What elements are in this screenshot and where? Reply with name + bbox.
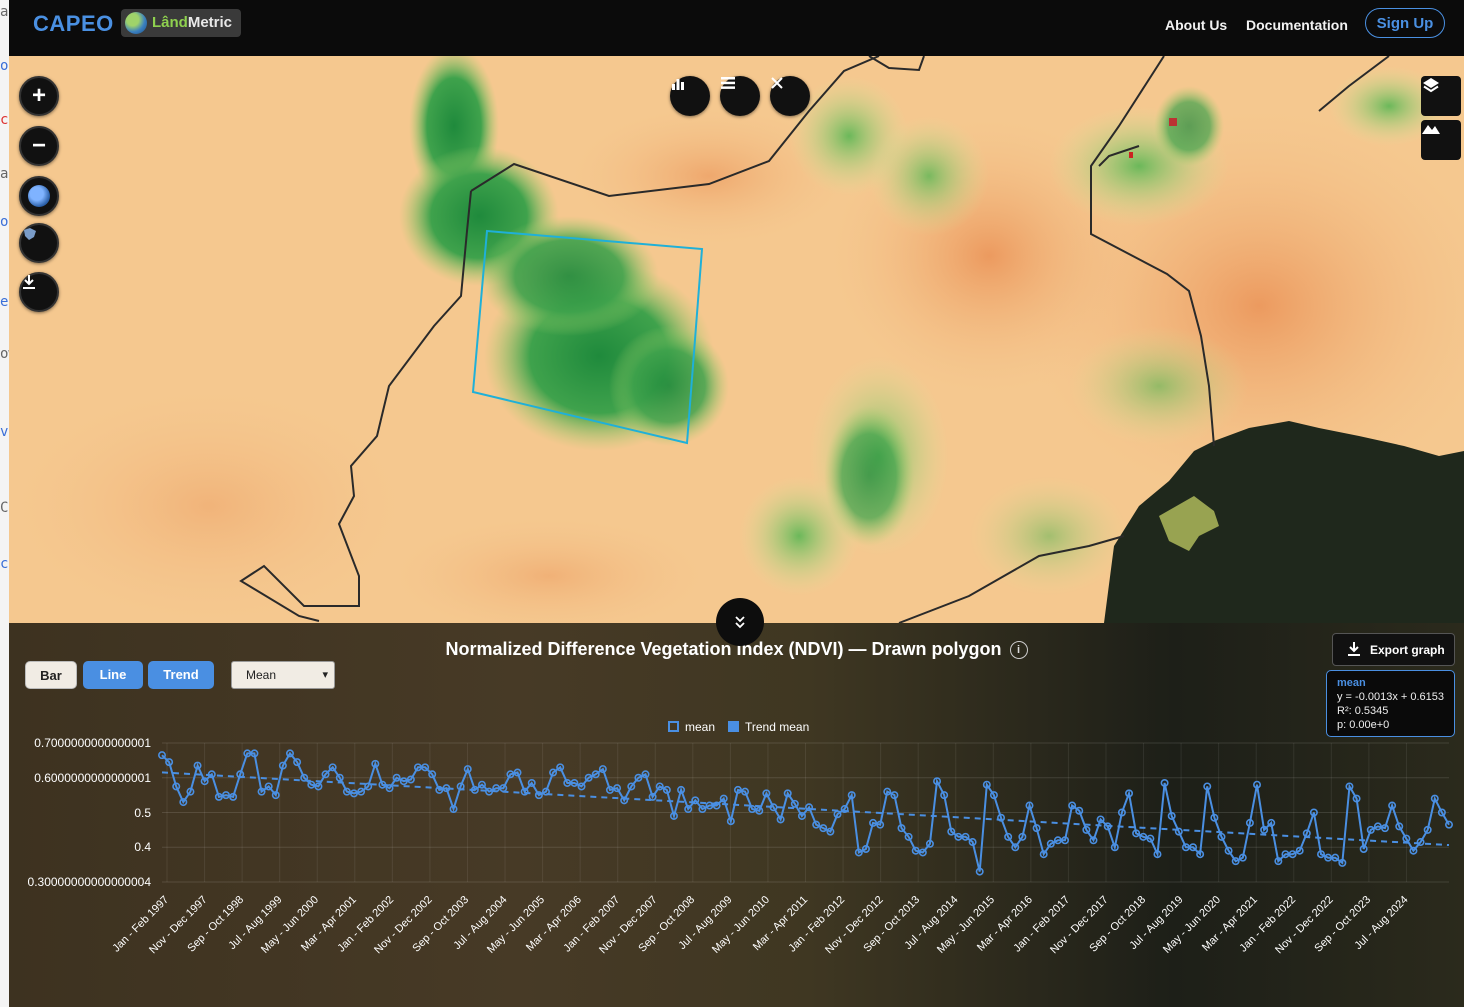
ndvi-map[interactable]: + − xyxy=(9,56,1464,623)
close-button[interactable] xyxy=(770,76,810,116)
bar-chart-icon xyxy=(672,79,684,90)
layers-icon xyxy=(1423,78,1439,93)
app-window: CAPEO LândMetric About Us Documentation … xyxy=(9,0,1464,1007)
globe-icon xyxy=(125,12,147,34)
terrain-button[interactable] xyxy=(1421,120,1461,160)
double-chevron-down-icon xyxy=(735,616,745,629)
signup-button[interactable]: Sign Up xyxy=(1365,8,1445,38)
layers-button[interactable] xyxy=(1421,76,1461,116)
chart-panel: Normalized Difference Vegetation Index (… xyxy=(9,623,1464,1007)
list-icon xyxy=(721,77,735,89)
zoom-in-button[interactable]: + xyxy=(19,76,59,116)
plus-icon: + xyxy=(31,82,46,109)
landmetric-suffix: Metric xyxy=(187,14,233,31)
landmetric-prefix: Lând xyxy=(152,14,188,31)
top-navbar: CAPEO LândMetric About Us Documentation … xyxy=(9,0,1464,56)
collapse-panel-button[interactable] xyxy=(716,598,764,646)
ndvi-line-chart xyxy=(158,742,1454,883)
zoom-out-button[interactable]: − xyxy=(19,126,59,166)
ndvi-raster xyxy=(9,56,1464,623)
mountain-icon xyxy=(1422,125,1440,134)
menu-button[interactable] xyxy=(720,76,760,116)
region-select-button[interactable] xyxy=(19,223,59,263)
download-map-button[interactable] xyxy=(19,272,59,312)
map-region-icon xyxy=(24,228,36,240)
close-icon xyxy=(771,77,783,89)
background-page-strip: a of c a op es ow ve C ct xyxy=(0,0,9,1007)
chart-toggle-button[interactable] xyxy=(670,76,710,116)
minus-icon: − xyxy=(31,132,46,159)
globe-icon xyxy=(28,185,50,207)
capeo-logo[interactable]: CAPEO xyxy=(33,11,114,37)
download-icon xyxy=(23,275,35,289)
landmetric-logo[interactable]: LândMetric xyxy=(121,9,241,37)
nav-documentation[interactable]: Documentation xyxy=(1246,17,1348,33)
nav-about-us[interactable]: About Us xyxy=(1165,17,1227,33)
mean-data-point[interactable] xyxy=(158,751,167,760)
basemap-globe-button[interactable] xyxy=(19,176,59,216)
